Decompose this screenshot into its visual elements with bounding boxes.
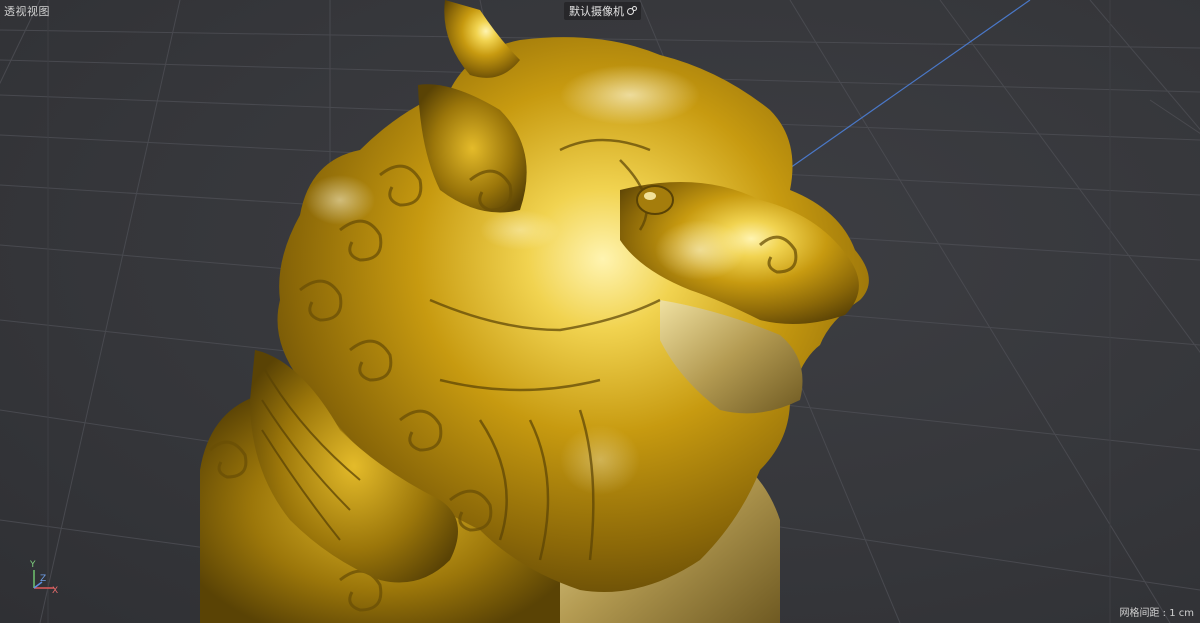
- viewport-name: 透视视图: [4, 5, 50, 18]
- camera-menu[interactable]: 默认摄像机: [564, 2, 641, 20]
- golden-lion-model: [200, 0, 869, 623]
- camera-menu-label: 默认摄像机: [569, 5, 624, 18]
- camera-icon: [626, 6, 637, 16]
- axis-gizmo: Y Z X: [22, 560, 62, 600]
- viewport-scene: [0, 0, 1200, 623]
- perspective-viewport[interactable]: 透视视图 默认摄像机 Y Z X 网格间距 : 1 cm: [0, 0, 1200, 623]
- z-axis-line: [779, 0, 1031, 176]
- grid-spacing-readout: 网格间距 : 1 cm: [1119, 608, 1194, 619]
- axis-x-label: X: [52, 586, 59, 596]
- axis-y-label: Y: [30, 560, 36, 570]
- axis-z-label: Z: [40, 574, 47, 584]
